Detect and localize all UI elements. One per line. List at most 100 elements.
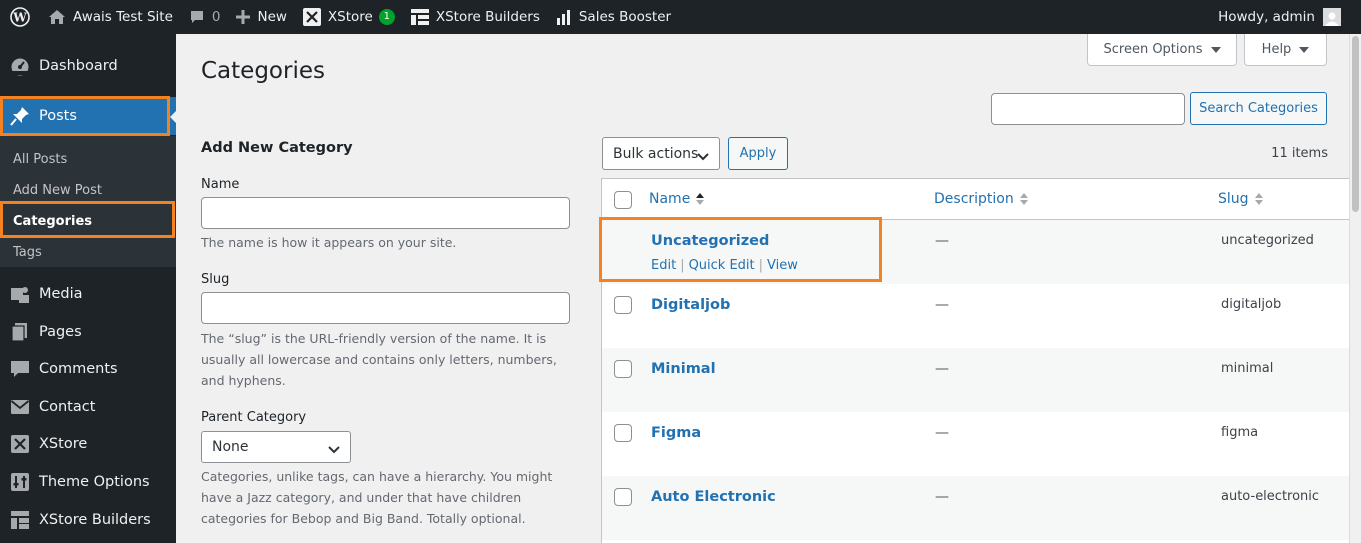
category-slug: digitaljob (1221, 297, 1282, 312)
avatar (1323, 8, 1341, 26)
sidebar-item-pages[interactable]: Pages (0, 314, 176, 350)
media-icon (10, 284, 30, 304)
sidebar-item-label: Pages (39, 324, 82, 340)
category-description: — (935, 297, 949, 313)
xstore-update-badge: 1 (378, 9, 395, 25)
wordpress-logo-icon[interactable]: W (0, 0, 40, 34)
row-checkbox[interactable] (614, 488, 632, 506)
view-link[interactable]: View (767, 258, 798, 273)
comments-count: 0 (211, 9, 221, 25)
pages-icon (10, 322, 30, 342)
sort-icon (696, 193, 705, 205)
row-actions: Edit | Quick Edit | View (651, 258, 798, 273)
comments-icon (10, 359, 30, 379)
category-description: — (935, 361, 949, 377)
comment-bubble-icon (189, 9, 205, 25)
site-name-link[interactable]: Awais Test Site (40, 0, 181, 34)
table-row: Figma — figma (602, 412, 1349, 476)
sliders-icon (10, 472, 30, 492)
edit-link[interactable]: Edit (651, 258, 676, 273)
comments-link[interactable]: 0 (181, 0, 229, 34)
row-checkbox[interactable] (614, 424, 632, 442)
table-row: Uncategorized Edit | Quick Edit | View —… (602, 220, 1349, 284)
xstore-icon (10, 434, 30, 454)
xstore-builders-link[interactable]: XStore Builders (403, 0, 548, 34)
mail-icon (10, 397, 30, 417)
xstore-link[interactable]: XStore 1 (295, 0, 403, 34)
name-input[interactable] (201, 197, 570, 229)
svg-text:W: W (12, 11, 27, 25)
items-count: 11 items (1271, 146, 1328, 161)
parent-category-help-text: Categories, unlike tags, can have a hier… (201, 469, 553, 526)
search-categories-input[interactable] (991, 93, 1185, 125)
xstore-icon (302, 8, 321, 26)
column-header-label: Slug (1218, 191, 1249, 207)
submenu-tags[interactable]: Tags (13, 245, 42, 260)
caret-down-icon (1299, 46, 1310, 53)
screen-options-button[interactable]: Screen Options (1087, 34, 1237, 66)
name-help-text: The name is how it appears on your site. (201, 235, 457, 250)
quick-edit-link[interactable]: Quick Edit (689, 258, 755, 273)
submenu-categories[interactable]: Categories (13, 214, 92, 229)
parent-category-select[interactable]: None (201, 431, 351, 463)
bulk-actions-select[interactable]: Bulk actions (602, 137, 720, 170)
name-label: Name (201, 177, 240, 192)
column-header-description[interactable]: Description (934, 191, 1028, 207)
slug-help-text: The “slug” is the URL-friendly version o… (201, 331, 557, 388)
account-menu[interactable]: Howdy, admin (1210, 0, 1361, 34)
admin-sidebar: Dashboard Posts All Posts Add New Post C… (0, 34, 178, 543)
plus-icon (236, 10, 251, 24)
current-menu-arrow (170, 109, 178, 125)
sidebar-item-theme-options[interactable]: Theme Options (0, 464, 176, 500)
apply-button[interactable]: Apply (728, 137, 788, 170)
sidebar-item-dashboard[interactable]: Dashboard (0, 48, 176, 84)
category-name-link[interactable]: Uncategorized (651, 233, 769, 249)
column-header-label: Description (934, 191, 1014, 207)
sidebar-item-label: Posts (39, 108, 77, 124)
sidebar-item-xstore-builders[interactable]: XStore Builders (0, 502, 176, 538)
row-action-separator: | (680, 258, 685, 273)
slug-label: Slug (201, 272, 230, 287)
submenu-all-posts[interactable]: All Posts (13, 152, 67, 167)
category-description: — (935, 233, 949, 249)
sidebar-item-label: Contact (39, 399, 96, 415)
sidebar-item-posts[interactable]: Posts (0, 97, 176, 135)
chevron-down-icon (697, 149, 709, 165)
xstore-label: XStore (327, 9, 373, 25)
page-scrollbar[interactable] (1349, 34, 1361, 543)
column-header-label: Name (649, 191, 691, 207)
scrollbar-thumb[interactable] (1352, 36, 1359, 212)
grid-icon (410, 9, 429, 25)
sidebar-item-contact[interactable]: Contact (0, 389, 176, 425)
sidebar-item-media[interactable]: Media (0, 276, 176, 312)
category-name-link[interactable]: Figma (651, 425, 701, 441)
column-header-name[interactable]: Name (649, 191, 705, 207)
submenu-add-new-post[interactable]: Add New Post (13, 183, 102, 198)
category-slug: uncategorized (1221, 233, 1314, 248)
sidebar-item-label: Theme Options (39, 474, 150, 490)
sidebar-item-label: XStore (39, 436, 88, 452)
category-slug: auto-electronic (1221, 489, 1320, 504)
search-categories-button[interactable]: Search Categories (1190, 92, 1327, 125)
new-content-link[interactable]: New (228, 0, 294, 34)
sidebar-item-comments[interactable]: Comments (0, 351, 176, 387)
sales-booster-link[interactable]: Sales Booster (548, 0, 679, 34)
search-categories-label: Search Categories (1199, 101, 1318, 116)
grid-icon (10, 510, 30, 530)
sales-booster-label: Sales Booster (578, 9, 672, 25)
categories-table: Name Description Slug Uncategorized Edit… (601, 178, 1349, 543)
row-checkbox[interactable] (614, 360, 632, 378)
category-name-link[interactable]: Digitaljob (651, 297, 730, 313)
row-checkbox[interactable] (614, 296, 632, 314)
slug-input[interactable] (201, 292, 570, 324)
category-name-link[interactable]: Minimal (651, 361, 716, 377)
screen-options-label: Screen Options (1103, 42, 1203, 57)
category-slug: figma (1221, 425, 1259, 440)
select-all-checkbox[interactable] (614, 191, 632, 209)
category-name-link[interactable]: Auto Electronic (651, 489, 776, 505)
bulk-actions-value: Bulk actions (613, 145, 699, 162)
sidebar-item-xstore[interactable]: XStore (0, 426, 176, 462)
help-button[interactable]: Help (1244, 34, 1327, 66)
column-header-slug[interactable]: Slug (1218, 191, 1263, 207)
caret-down-icon (1210, 46, 1221, 53)
